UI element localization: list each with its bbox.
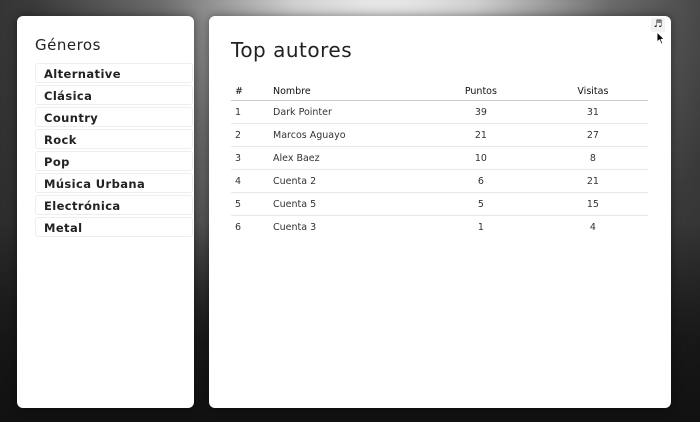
table-row: 1 Dark Pointer 39 31 xyxy=(231,100,648,124)
genre-item-pop[interactable]: Pop xyxy=(35,151,193,171)
row-points: 6 xyxy=(424,169,538,193)
column-header-index: # xyxy=(231,82,272,101)
row-index: 2 xyxy=(231,123,272,147)
row-visits: 21 xyxy=(537,169,648,193)
table-row: 6 Cuenta 3 1 4 xyxy=(231,216,648,239)
table-row: 4 Cuenta 2 6 21 xyxy=(231,169,648,193)
row-index: 3 xyxy=(231,146,272,170)
top-authors-panel: Top autores ♬ # Nombre Puntos Visitas 1 … xyxy=(209,16,671,408)
row-visits: 31 xyxy=(537,100,648,124)
mouse-cursor-icon xyxy=(656,31,665,45)
music-note-icon[interactable]: ♬ xyxy=(651,18,665,32)
row-points: 5 xyxy=(424,192,538,216)
genre-item-rock[interactable]: Rock xyxy=(35,129,193,149)
table-row: 5 Cuenta 5 5 15 xyxy=(231,192,648,216)
genre-item-alternative[interactable]: Alternative xyxy=(35,63,193,83)
row-points: 10 xyxy=(424,146,538,170)
row-points: 1 xyxy=(477,221,484,233)
page-title: Top autores xyxy=(231,38,353,62)
row-index: 6 xyxy=(235,221,242,233)
row-index: 4 xyxy=(231,169,272,193)
row-points: 39 xyxy=(424,100,538,124)
column-header-points: Puntos xyxy=(424,82,538,101)
row-name: Cuenta 3 xyxy=(273,221,317,233)
row-index: 1 xyxy=(231,100,272,124)
sidebar-title: Géneros xyxy=(35,36,101,54)
row-visits: 15 xyxy=(537,192,648,216)
row-name: Dark Pointer xyxy=(272,100,424,124)
column-header-visits: Visitas xyxy=(537,82,648,101)
genre-item-musica-urbana[interactable]: Música Urbana xyxy=(35,173,193,193)
table-header-row: # Nombre Puntos Visitas xyxy=(231,82,648,101)
top-authors-table: # Nombre Puntos Visitas 1 Dark Pointer 3… xyxy=(231,82,648,238)
row-visits: 8 xyxy=(537,146,648,170)
row-name: Marcos Aguayo xyxy=(272,123,424,147)
row-visits: 4 xyxy=(589,221,596,233)
table-row: 3 Alex Baez 10 8 xyxy=(231,146,648,170)
genre-item-country[interactable]: Country xyxy=(35,107,193,127)
row-visits: 27 xyxy=(537,123,648,147)
genre-item-electronica[interactable]: Electrónica xyxy=(35,195,193,215)
genre-list: Alternative Clásica Country Rock Pop Mús… xyxy=(35,63,193,239)
row-name: Alex Baez xyxy=(272,146,424,170)
row-index: 5 xyxy=(231,192,272,216)
row-name: Cuenta 2 xyxy=(272,169,424,193)
table-row: 2 Marcos Aguayo 21 27 xyxy=(231,123,648,147)
row-points: 21 xyxy=(424,123,538,147)
genre-item-metal[interactable]: Metal xyxy=(35,217,193,237)
row-name: Cuenta 5 xyxy=(272,192,424,216)
column-header-name: Nombre xyxy=(272,82,424,101)
genres-sidebar: Géneros Alternative Clásica Country Rock… xyxy=(17,16,194,408)
genre-item-clasica[interactable]: Clásica xyxy=(35,85,193,105)
